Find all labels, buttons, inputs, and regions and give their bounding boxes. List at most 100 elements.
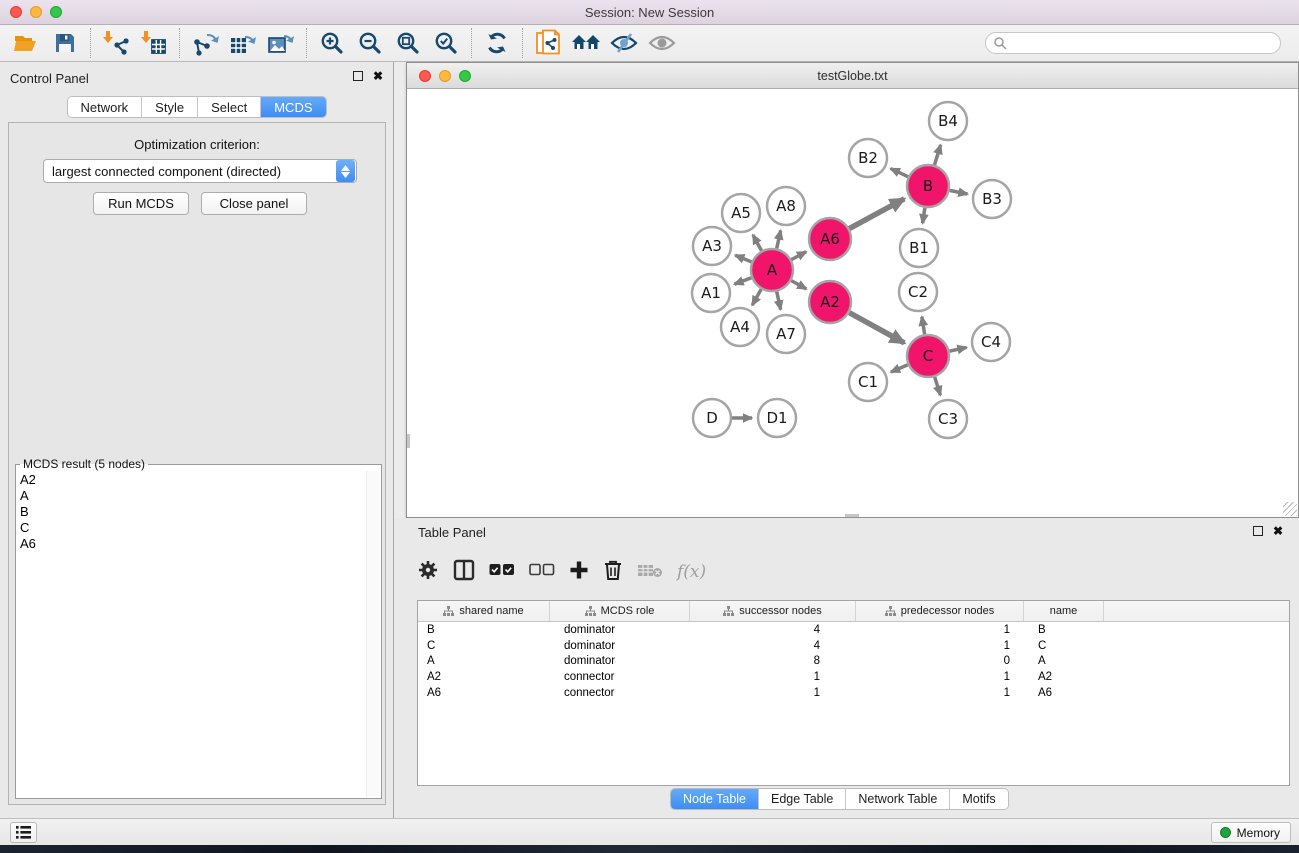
graph-edge[interactable] [791,281,806,289]
add-column-button[interactable] [569,560,589,585]
graph-node-label: A5 [731,204,751,222]
refresh-button[interactable] [478,27,516,59]
open-folder-icon [13,31,41,55]
network-canvas[interactable]: B4B2BB3A5A8A6B1A3AC2A1A2A4A7C4CC1C3DD1 [407,89,1298,517]
main-toolbar [0,25,1299,62]
table-row[interactable]: C dominator 4 1 C [418,638,1289,654]
zoom-out-button[interactable] [351,27,389,59]
graph-edge[interactable] [935,377,941,395]
graph-edge[interactable] [849,199,904,229]
import-table-button[interactable] [135,27,173,59]
graph-node-label: A7 [776,325,796,343]
graph-edge[interactable] [891,169,908,177]
tab-select[interactable]: Select [198,97,261,117]
export-table-icon [229,30,257,56]
result-item[interactable]: A6 [20,536,363,552]
graph-edge[interactable] [735,255,751,262]
memory-button[interactable]: Memory [1211,822,1291,843]
hierarchy-icon [585,606,596,616]
tab-node-table[interactable]: Node Table [671,789,759,809]
import-network-button[interactable] [97,27,135,59]
graph-edge[interactable] [752,289,761,305]
graph-node-label: B4 [938,112,958,130]
column-header-name[interactable]: name [1024,601,1104,621]
result-item[interactable]: A [20,488,363,504]
result-item[interactable]: C [20,520,363,536]
network-graph[interactable]: B4B2BB3A5A8A6B1A3AC2A1A2A4A7C4CC1C3DD1 [407,89,1298,517]
delete-table-icon [637,562,663,578]
close-panel-button[interactable]: Close panel [201,192,307,215]
result-item[interactable]: A2 [20,472,363,488]
zoom-fit-button[interactable] [389,27,427,59]
network-view-window: testGlobe.txt B4B2BB3A5A8A6B1A3AC2A1A2A4… [406,62,1299,518]
float-table-panel-icon[interactable] [1253,526,1263,536]
close-panel-icon[interactable]: ✖ [373,71,383,81]
vertical-scroll-thumb[interactable] [407,434,410,448]
graph-edge[interactable] [923,208,925,223]
close-table-panel-icon[interactable]: ✖ [1273,526,1283,536]
delete-column-button[interactable] [603,559,623,586]
optimization-criterion-dropdown[interactable]: largest connected component (directed) [43,159,357,183]
mcds-result-list[interactable]: A2 A B C A6 [17,471,366,797]
graph-edge[interactable] [949,347,966,351]
tab-style[interactable]: Style [142,97,198,117]
horizontal-scroll-thumb[interactable] [845,514,859,517]
result-scrollbar[interactable] [366,471,380,797]
open-session-button[interactable] [8,27,46,59]
graph-node-label: B3 [982,190,1002,208]
export-network-button[interactable] [186,27,224,59]
zoom-in-button[interactable] [313,27,351,59]
function-builder-button[interactable]: f(x) [677,562,706,582]
mcds-result-title: MCDS result (5 nodes) [20,457,148,471]
deselect-all-button[interactable] [529,563,555,582]
zoom-selected-button[interactable] [427,27,465,59]
settings-gear-button[interactable] [417,559,439,586]
table-row[interactable]: A dominator 8 0 A [418,654,1289,670]
copy-network-button[interactable] [529,27,567,59]
home-button[interactable] [567,27,605,59]
hide-graphics-details-button[interactable] [605,27,643,59]
select-all-button[interactable] [489,563,515,582]
graph-node-label: C [923,347,933,365]
graph-node-label: A6 [820,230,840,248]
memory-status-icon [1220,827,1231,838]
export-image-button[interactable] [262,27,300,59]
session-title: Session: New Session [0,5,1299,20]
graph-edge[interactable] [922,317,925,335]
table-row[interactable]: B dominator 4 1 B [418,622,1289,638]
graph-edge[interactable] [777,230,781,248]
table-header-row: shared name MCDS role successor nodes pr… [418,601,1289,622]
tab-network[interactable]: Network [67,97,142,117]
table-row[interactable]: A6 connector 1 1 A6 [418,685,1289,701]
graph-edge[interactable] [849,313,904,343]
graph-edge[interactable] [777,291,781,309]
column-header-mcds-role[interactable]: MCDS role [550,601,690,621]
tab-network-table[interactable]: Network Table [846,789,950,809]
column-header-predecessor-nodes[interactable]: predecessor nodes [856,601,1024,621]
network-window-titlebar[interactable]: testGlobe.txt [407,63,1298,89]
result-item[interactable]: B [20,504,363,520]
column-header-successor-nodes[interactable]: successor nodes [690,601,856,621]
graph-edge[interactable] [934,145,940,165]
graph-edge[interactable] [753,235,762,251]
show-column-button[interactable] [453,559,475,586]
export-table-button[interactable] [224,27,262,59]
graph-edge[interactable] [891,365,908,372]
run-mcds-button[interactable]: Run MCDS [93,192,189,215]
float-panel-icon[interactable] [353,71,363,81]
delete-table-button[interactable] [637,562,663,583]
search-input[interactable] [985,32,1281,54]
graph-edge[interactable] [791,252,806,260]
tab-motifs[interactable]: Motifs [950,789,1007,809]
task-history-button[interactable] [10,822,37,843]
column-header-shared-name[interactable]: shared name [418,601,550,621]
save-session-button[interactable] [46,27,84,59]
resize-grip[interactable] [1283,502,1297,516]
show-graphics-details-button[interactable] [643,27,681,59]
table-row[interactable]: A2 connector 1 1 A2 [418,669,1289,685]
graph-edge[interactable] [950,190,968,194]
tab-edge-table[interactable]: Edge Table [759,789,846,809]
graph-edge[interactable] [734,278,751,284]
unchecked-checkboxes-icon [529,563,555,577]
tab-mcds[interactable]: MCDS [261,97,325,117]
